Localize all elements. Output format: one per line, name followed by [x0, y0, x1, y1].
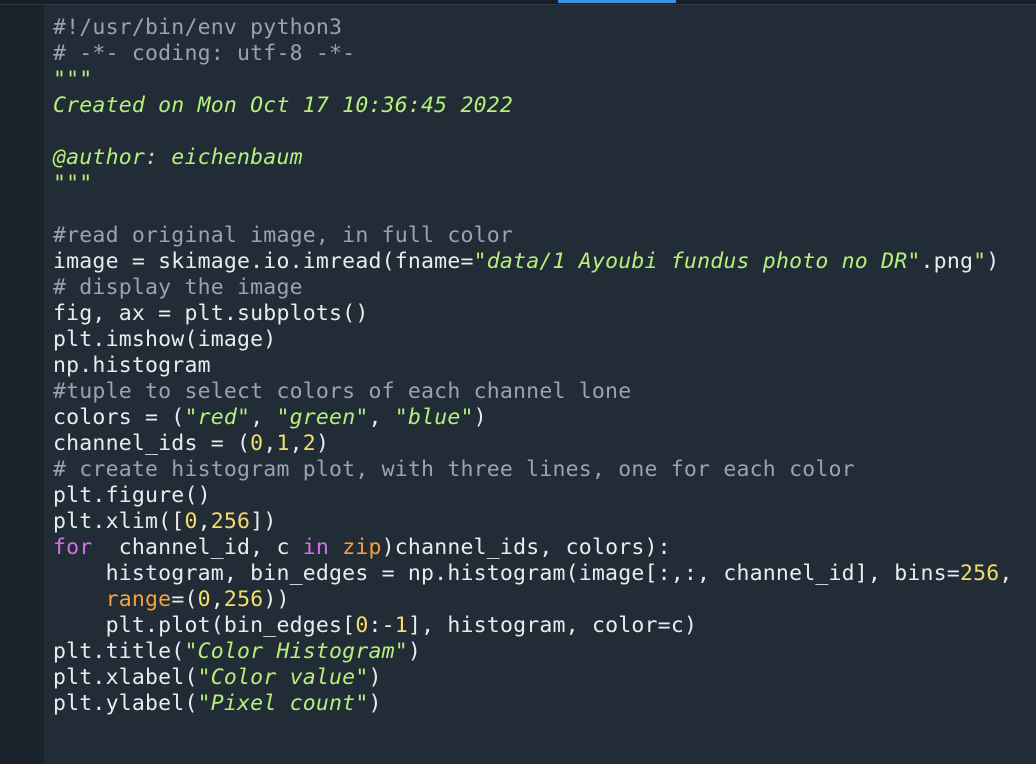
code-token: plt.imshow(image) [53, 327, 277, 352]
code-token: ], histogram, color=c) [407, 613, 698, 638]
code-line[interactable]: """ [53, 67, 92, 93]
code-line[interactable]: plt.xlim([0,256]) [53, 509, 277, 535]
code-line[interactable]: """ [53, 171, 92, 197]
code-token: ) [368, 665, 382, 690]
code-token: plt.title( [53, 639, 185, 664]
code-token: ) [315, 431, 330, 456]
code-token: "data/1 Ayoubi fundus photo no DR" [473, 249, 921, 274]
code-line[interactable]: channel_ids = (0,1,2) [53, 431, 329, 457]
code-area[interactable]: #!/usr/bin/env python3 # -*- coding: utf-… [44, 5, 1036, 764]
code-token: 1 [394, 613, 408, 638]
code-line[interactable]: plt.plot(bin_edges[0:-1], histogram, col… [53, 613, 697, 639]
code-token: # display the image [53, 275, 303, 300]
code-line[interactable]: for channel_id, c in zip)channel_ids, co… [53, 535, 671, 561]
code-token: " [973, 249, 987, 274]
code-token: """ [53, 171, 93, 196]
code-token: Created on Mon Oct 17 10:36:45 2022 [53, 93, 514, 118]
code-token: ]) [250, 509, 277, 534]
code-token: """ [53, 67, 93, 92]
code-line[interactable]: fig, ax = plt.subplots() [53, 301, 368, 327]
active-tab-indicator[interactable] [558, 0, 676, 3]
code-line[interactable]: plt.xlabel("Color value") [53, 665, 382, 691]
code-line[interactable]: plt.figure() [53, 483, 211, 509]
code-token: channel_id, c [92, 535, 303, 560]
code-token: plt.figure() [53, 483, 211, 508]
code-line[interactable]: Created on Mon Oct 17 10:36:45 2022 [53, 93, 513, 119]
code-token: #tuple to select colors of each channel … [53, 379, 632, 404]
code-line[interactable]: # display the image [53, 275, 303, 301]
code-token: "Color Histogram" [184, 639, 408, 664]
code-token: plt.xlabel( [53, 665, 198, 690]
code-token: ) [368, 691, 382, 716]
code-line[interactable]: plt.ylabel("Pixel count") [53, 691, 382, 717]
code-token: range [105, 587, 172, 612]
code-token: "green" [276, 405, 369, 430]
code-token: 256 [223, 587, 264, 612]
code-line[interactable]: plt.imshow(image) [53, 327, 276, 353]
code-token: :- [368, 613, 395, 638]
code-line[interactable]: np.histogram [53, 353, 211, 379]
code-token: for [53, 535, 93, 560]
code-token: , [368, 405, 395, 430]
code-token: "blue" [394, 405, 474, 430]
code-line[interactable]: #tuple to select colors of each channel … [53, 379, 631, 405]
code-token: image = skimage.io.imread(fname= [53, 249, 474, 274]
code-token: "red" [184, 405, 251, 430]
code-token: )) [263, 587, 290, 612]
code-line[interactable]: colors = ("red", "green", "blue") [53, 405, 487, 431]
code-token: 256 [210, 509, 251, 534]
code-token: zip [342, 535, 382, 560]
code-token: ) [986, 249, 1000, 274]
code-line[interactable]: # create histogram plot, with three line… [53, 457, 855, 483]
code-token: in [302, 535, 330, 560]
code-token: plt.xlim([ [53, 509, 185, 534]
code-token: 2 [302, 431, 316, 456]
code-token: "Color value" [197, 665, 369, 690]
code-token: , [250, 405, 277, 430]
code-token: , [289, 431, 303, 456]
code-token: )channel_ids, colors): [381, 535, 671, 560]
code-token: @author: eichenbaum [53, 145, 303, 170]
code-token: plt.ylabel( [53, 691, 198, 716]
code-line[interactable]: range=(0,256)) [53, 587, 290, 613]
code-token: , [197, 509, 211, 534]
code-editor[interactable]: #!/usr/bin/env python3 # -*- coding: utf-… [0, 0, 1036, 764]
code-token: #read original image, in full color [53, 223, 514, 248]
code-token: , [210, 587, 224, 612]
code-token: =( [171, 587, 198, 612]
code-token: , [263, 431, 277, 456]
code-token: 1 [276, 431, 290, 456]
code-line[interactable]: # -*- coding: utf-8 -*- [53, 41, 355, 67]
code-token: 0 [184, 509, 198, 534]
line-number-gutter [0, 5, 44, 764]
code-line[interactable]: @author: eichenbaum [53, 145, 303, 171]
code-line[interactable]: #!/usr/bin/env python3 [53, 15, 342, 41]
code-line[interactable]: histogram, bin_edges = np.histogram(imag… [53, 561, 1013, 587]
code-line[interactable]: image = skimage.io.imread(fname="data/1 … [53, 249, 999, 275]
code-token: np.histogram [53, 353, 211, 378]
code-line[interactable]: #read original image, in full color [53, 223, 513, 249]
code-token: #!/usr/bin/env python3 [53, 15, 343, 40]
code-token: ) [473, 405, 487, 430]
code-token: .png [920, 249, 974, 274]
code-token: plt.plot(bin_edges[ [53, 613, 356, 638]
code-token: channel_ids = ( [53, 431, 251, 456]
code-token: , [999, 561, 1013, 586]
code-token: # create histogram plot, with three line… [53, 457, 855, 482]
code-line[interactable]: plt.title("Color Histogram") [53, 639, 421, 665]
code-token: fig, ax = plt.subplots() [53, 301, 369, 326]
code-token: "Pixel count" [197, 691, 369, 716]
code-token: 0 [250, 431, 264, 456]
code-token: 0 [355, 613, 369, 638]
code-token: 256 [959, 561, 1000, 586]
code-token: histogram, bin_edges = np.histogram(imag… [53, 561, 960, 586]
code-token: # -*- coding: utf-8 -*- [53, 41, 356, 66]
code-token: 0 [197, 587, 211, 612]
code-token: colors = ( [53, 405, 185, 430]
code-token: ) [407, 639, 422, 664]
